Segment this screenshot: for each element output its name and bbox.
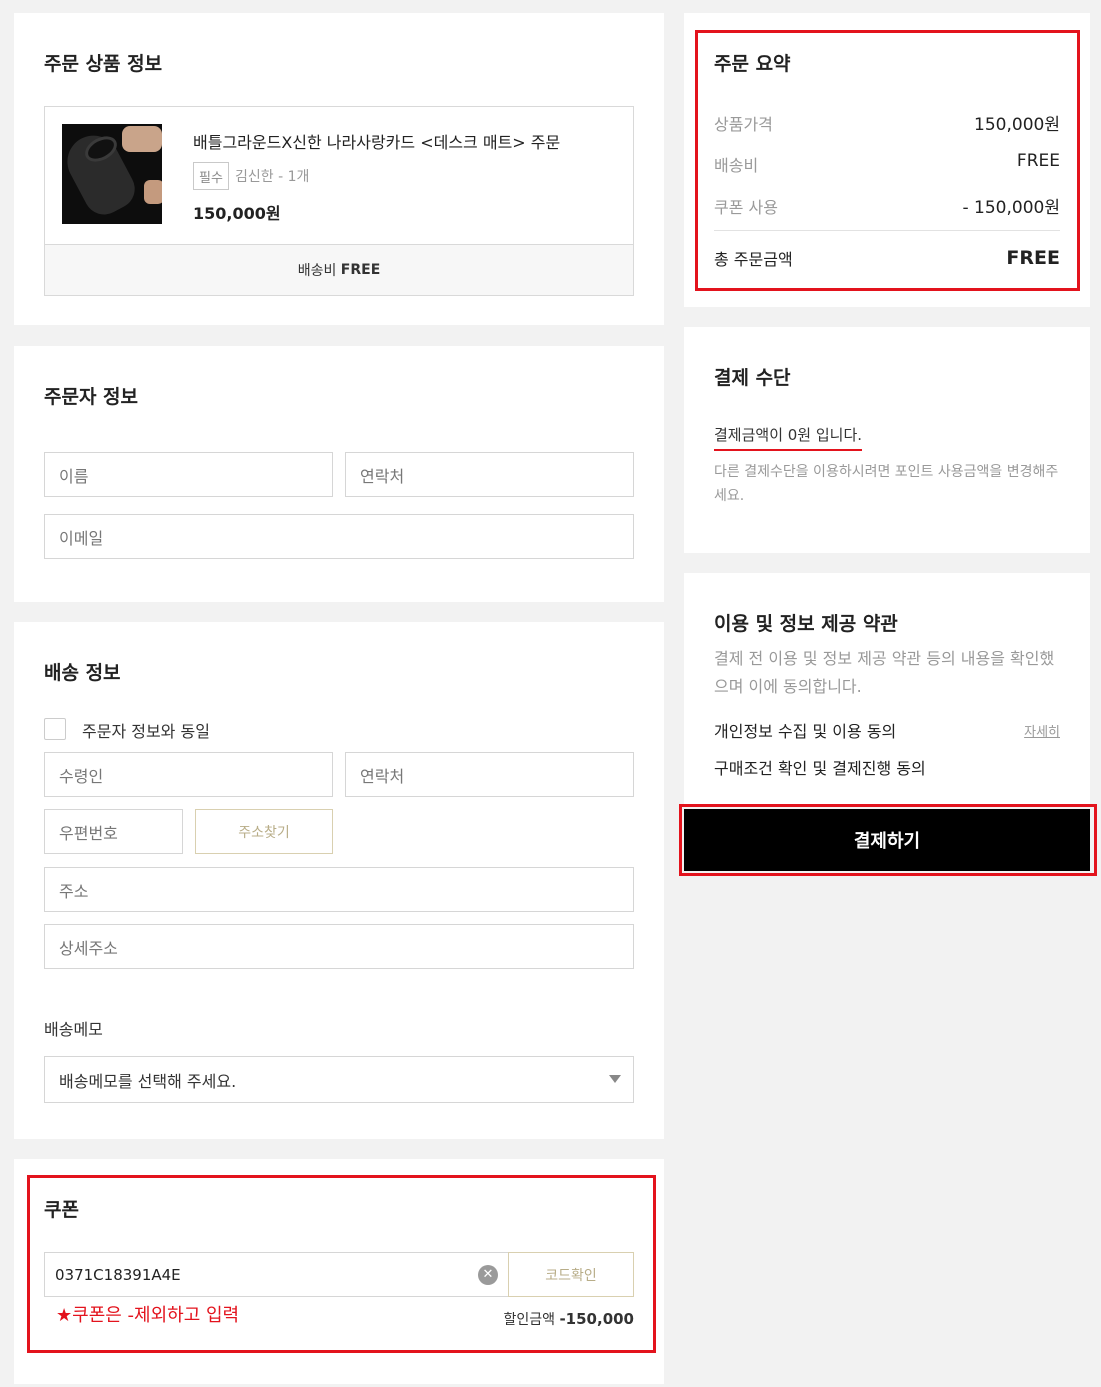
same-as-orderer-label[interactable]: 주문자 정보와 동일 bbox=[82, 718, 210, 742]
address-input[interactable]: 주소 bbox=[44, 867, 634, 912]
orderer-name-input[interactable]: 이름 bbox=[44, 452, 333, 497]
detail-address-input[interactable]: 상세주소 bbox=[44, 924, 634, 969]
shipping-fee-label: 배송비 bbox=[297, 263, 337, 279]
privacy-detail-link[interactable]: 자세히 bbox=[1024, 721, 1060, 740]
orderer-email-input[interactable]: 이메일 bbox=[44, 514, 634, 559]
terms-title: 이용 및 정보 제공 약관 bbox=[714, 613, 898, 635]
order-product-card: 주문 상품 정보 배틀그라운드X신한 나라사랑카드 <데스크 매트> 주문 필수… bbox=[14, 13, 664, 325]
zip-code-input[interactable]: 우편번호 bbox=[44, 809, 183, 854]
receiver-input[interactable]: 수령인 bbox=[44, 752, 333, 797]
product-option: 김신한 - 1개 bbox=[235, 169, 310, 185]
orderer-card: 주문자 정보 이름 연락처 이메일 bbox=[14, 346, 664, 602]
shipping-memo-selected: 배송메모를 선택해 주세요. bbox=[59, 1071, 237, 1091]
payment-method-title: 결제 수단 bbox=[714, 367, 791, 389]
shipping-fee-bar: 배송비 FREE bbox=[45, 244, 633, 295]
payment-amount-text: 결제금액이 0원 입니다. bbox=[714, 424, 863, 451]
orderer-title: 주문자 정보 bbox=[44, 386, 139, 408]
shipping-memo-label: 배송메모 bbox=[44, 1020, 103, 1039]
order-product-title: 주문 상품 정보 bbox=[44, 53, 163, 75]
shipping-card: 배송 정보 주문자 정보와 동일 수령인 연락처 우편번호 주소찾기 주소 상세… bbox=[14, 622, 664, 1139]
required-badge: 필수 bbox=[193, 162, 229, 190]
same-as-orderer-checkbox[interactable] bbox=[44, 718, 66, 740]
privacy-agree-label[interactable]: 개인정보 수집 및 이용 동의 bbox=[714, 718, 896, 742]
shipping-title: 배송 정보 bbox=[44, 662, 121, 684]
purchase-agree-label[interactable]: 구매조건 확인 및 결제진행 동의 bbox=[714, 755, 926, 779]
find-address-button[interactable]: 주소찾기 bbox=[195, 809, 333, 854]
chevron-down-icon bbox=[609, 1075, 621, 1083]
payment-method-card: 결제 수단 결제금액이 0원 입니다. 다른 결제수단을 이용하시려면 포인트 … bbox=[684, 327, 1090, 553]
product-thumbnail[interactable] bbox=[62, 124, 162, 224]
pay-button[interactable]: 결제하기 bbox=[684, 809, 1090, 871]
terms-card: 이용 및 정보 제공 약관 결제 전 이용 및 정보 제공 약관 등의 내용을 … bbox=[684, 573, 1090, 805]
summary-highlight-box bbox=[695, 30, 1080, 291]
product-box: 배틀그라운드X신한 나라사랑카드 <데스크 매트> 주문 필수 김신한 - 1개… bbox=[44, 106, 634, 296]
shipping-memo-select[interactable]: 배송메모를 선택해 주세요. bbox=[44, 1056, 634, 1103]
coupon-highlight-box bbox=[27, 1175, 656, 1353]
payment-note: 다른 결제수단을 이용하시려면 포인트 사용금액을 변경해주세요. bbox=[714, 464, 1059, 504]
terms-description: 결제 전 이용 및 정보 제공 약관 등의 내용을 확인했으며 이에 동의합니다… bbox=[714, 649, 1055, 696]
receiver-phone-input[interactable]: 연락처 bbox=[345, 752, 634, 797]
product-price: 150,000원 bbox=[193, 204, 281, 223]
orderer-phone-input[interactable]: 연락처 bbox=[345, 452, 634, 497]
shipping-fee-value: FREE bbox=[340, 262, 381, 278]
product-name[interactable]: 배틀그라운드X신한 나라사랑카드 <데스크 매트> 주문 bbox=[193, 129, 560, 153]
